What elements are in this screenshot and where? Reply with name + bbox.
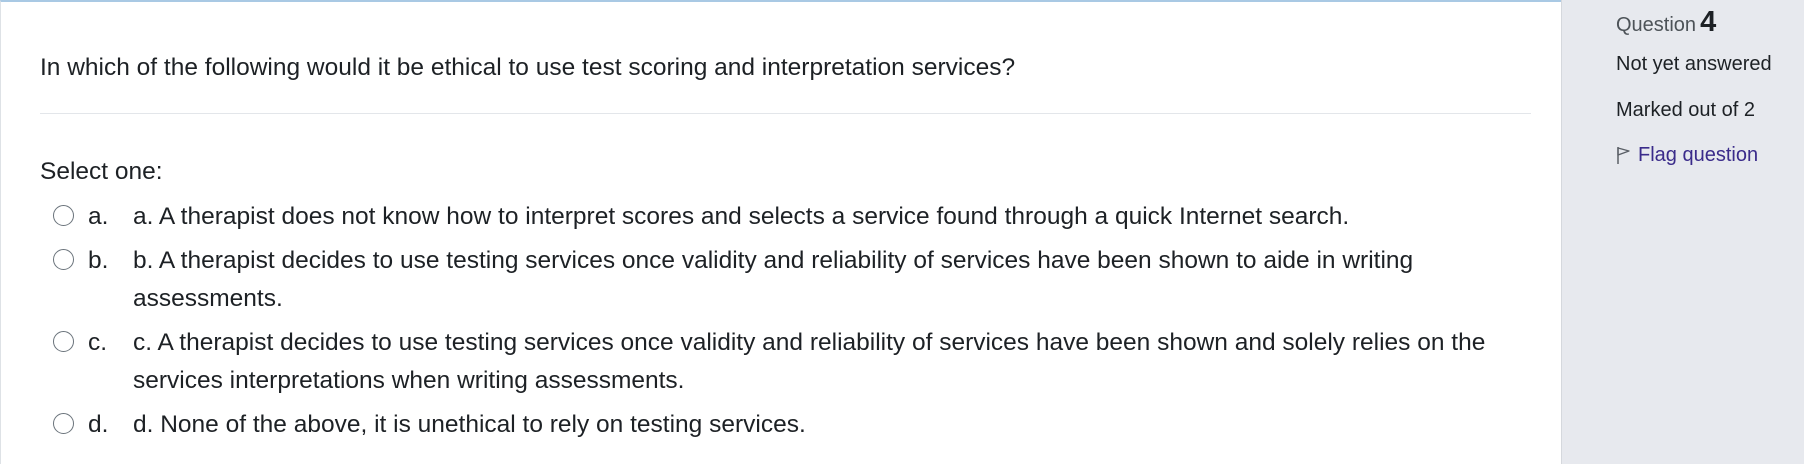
answer-label[interactable]: a. A therapist does not know how to inte… xyxy=(133,198,1543,236)
flag-question-link[interactable]: Flag question xyxy=(1616,143,1758,167)
answer-label[interactable]: c. A therapist decides to use testing se… xyxy=(133,324,1543,400)
question-info-panel: Question 4 Not yet answered Marked out of… xyxy=(1561,0,1804,464)
question-text: In which of the following would it be et… xyxy=(40,54,1016,81)
radio-button-c[interactable] xyxy=(53,331,74,352)
answer-letter: d. xyxy=(88,411,109,438)
radio-button-a[interactable] xyxy=(53,205,74,226)
divider xyxy=(40,113,1531,114)
flag-outline-icon xyxy=(1617,146,1630,164)
answer-option-d[interactable]: d. d. None of the above, it is unethical… xyxy=(53,406,1543,444)
question-label: Question xyxy=(1616,14,1697,36)
question-content: In which of the following would it be et… xyxy=(0,0,1561,464)
answer-letter: c. xyxy=(88,329,108,356)
radio-button-b[interactable] xyxy=(53,249,74,270)
question-number: 4 xyxy=(1700,6,1717,38)
flag-question-label[interactable]: Flag question xyxy=(1638,143,1758,167)
question-state: Not yet answered xyxy=(1616,53,1772,75)
answer-option-a[interactable]: a. a. A therapist does not know how to i… xyxy=(53,198,1543,236)
question-number-label: Question 4 xyxy=(1616,8,1716,39)
radio-button-d[interactable] xyxy=(53,413,74,434)
answer-letter: a. xyxy=(88,203,109,230)
answer-letter: b. xyxy=(88,247,109,274)
question-grade: Marked out of 2 xyxy=(1616,99,1755,121)
answer-label[interactable]: d. None of the above, it is unethical to… xyxy=(133,406,1543,444)
answer-label[interactable]: b. A therapist decides to use testing se… xyxy=(133,242,1543,318)
quiz-page: In which of the following would it be et… xyxy=(0,0,1804,464)
answer-options: a. a. A therapist does not know how to i… xyxy=(53,198,1543,450)
answer-option-b[interactable]: b. b. A therapist decides to use testing… xyxy=(53,242,1543,318)
answer-option-c[interactable]: c. c. A therapist decides to use testing… xyxy=(53,324,1543,400)
select-one-prompt: Select one: xyxy=(40,158,163,185)
